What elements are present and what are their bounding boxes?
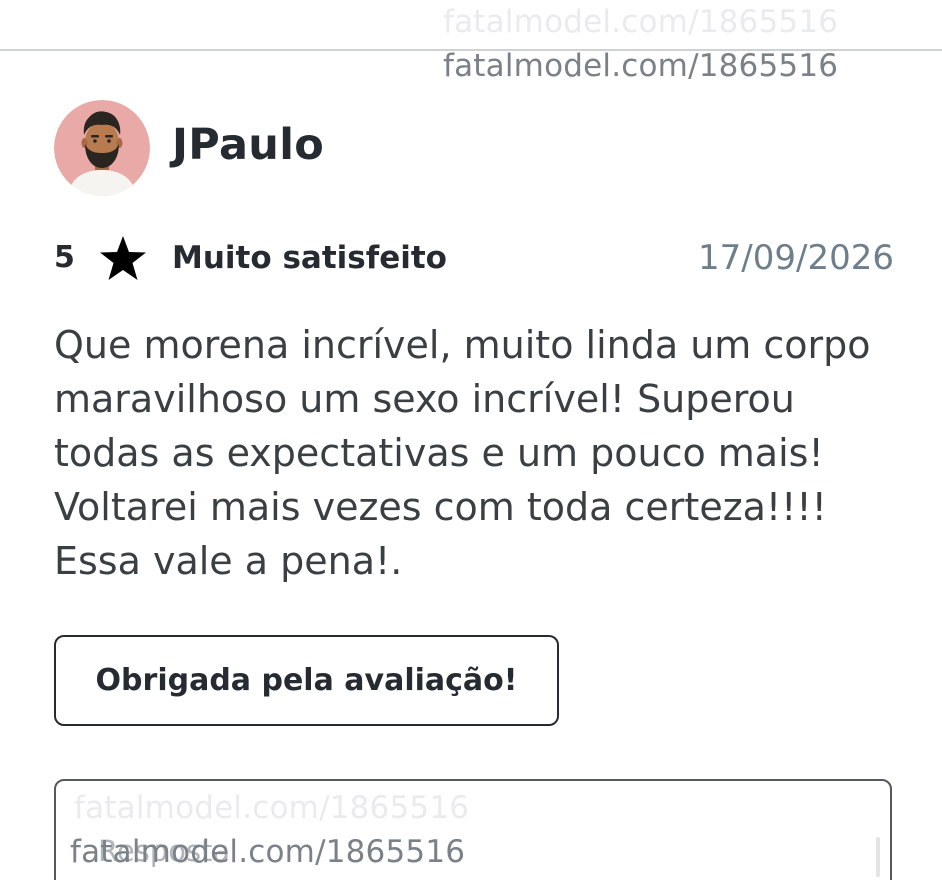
star-icon bbox=[100, 236, 146, 280]
rating-row: 5 Muito satisfeito 17/09/2026 bbox=[54, 234, 894, 280]
review-card: fatalmodel.com/1865516 fatalmodel.com/18… bbox=[0, 0, 942, 880]
watermark-bottom: fatalmodel.com/1865516 bbox=[70, 834, 466, 870]
watermark-top: fatalmodel.com/1865516 bbox=[443, 48, 839, 84]
avatar bbox=[54, 100, 150, 196]
thank-review-button[interactable]: Obrigada pela avaliação! bbox=[54, 635, 559, 726]
review-date: 17/09/2026 bbox=[698, 238, 894, 278]
rating-value: 5 bbox=[54, 240, 75, 275]
reviewer-name: JPaulo bbox=[172, 120, 325, 170]
review-text: Que morena incrível, muito linda um corp… bbox=[54, 323, 871, 583]
reply-scroll-indicator bbox=[876, 837, 880, 877]
bearded-man-avatar-icon bbox=[54, 100, 150, 196]
watermark-ghost-top: fatalmodel.com/1865516 bbox=[443, 4, 839, 40]
rating-label: Muito satisfeito bbox=[172, 240, 447, 276]
watermark-ghost-bottom: fatalmodel.com/1865516 bbox=[74, 790, 470, 826]
